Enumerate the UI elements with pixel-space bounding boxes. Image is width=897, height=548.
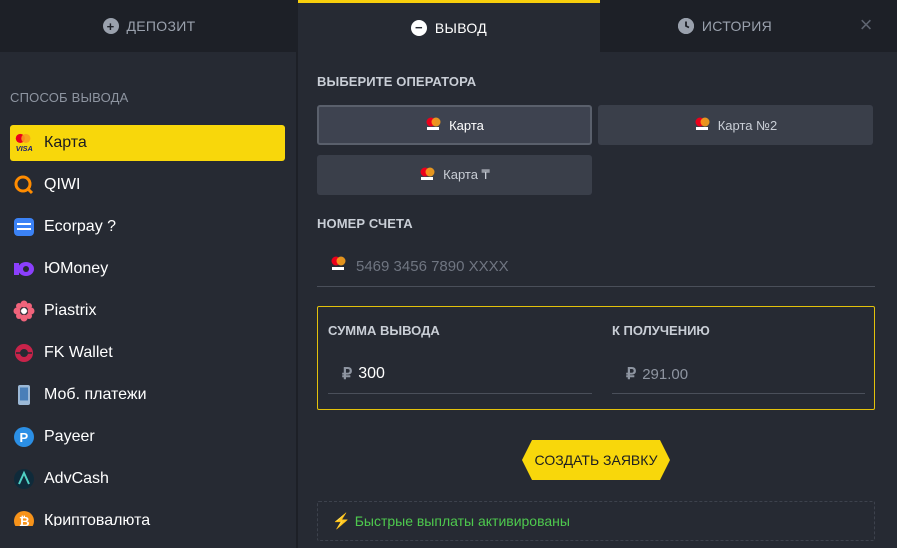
minus-circle-icon: −	[410, 19, 427, 36]
sidebar-item-advcash[interactable]: AdvCash	[10, 461, 285, 497]
tab-bar: + ДЕПОЗИТ − ВЫВОД ИСТОРИЯ ×	[0, 0, 897, 52]
withdraw-amount-column: СУММА ВЫВОДА ₽ 300	[318, 307, 598, 409]
sidebar-item-mobile[interactable]: Моб. платежи	[10, 377, 285, 413]
notice-text: Быстрые выплаты активированы	[354, 513, 570, 529]
account-field	[317, 246, 875, 287]
ruble-icon: ₽	[626, 366, 637, 383]
sidebar-item-yoomoney[interactable]: ЮMoney	[10, 251, 285, 287]
operator-option-card[interactable]: Карта	[317, 105, 592, 145]
sidebar-item-fk-wallet[interactable]: FK Wallet	[10, 335, 285, 371]
sidebar-scroll-fade	[0, 526, 294, 548]
advcash-icon	[13, 468, 35, 490]
payeer-icon: P	[13, 426, 35, 448]
tab-withdraw-label: ВЫВОД	[434, 19, 488, 36]
ecorpay-icon	[13, 216, 35, 238]
svg-text:VISA: VISA	[16, 144, 33, 153]
piastrix-icon	[13, 300, 35, 322]
sidebar-item-label: Payeer	[44, 428, 95, 445]
payment-method-list: VISA Карта QIWI Ecorpay ? ЮMoney Piastri…	[10, 125, 285, 545]
fk-wallet-icon	[13, 342, 35, 364]
tab-deposit[interactable]: + ДЕПОЗИТ	[0, 0, 298, 52]
sidebar-item-label: FK Wallet	[44, 344, 113, 361]
tab-history[interactable]: ИСТОРИЯ	[600, 0, 850, 52]
amount-panel: СУММА ВЫВОДА ₽ 300 К ПОЛУЧЕНИЮ ₽ 291.00	[317, 306, 875, 410]
fast-payout-notice: ⚡ Быстрые выплаты активированы	[317, 501, 875, 541]
sidebar-item-label: Ecorpay ?	[44, 218, 117, 235]
sidebar-item-label: AdvCash	[44, 470, 109, 487]
close-icon[interactable]: ×	[855, 14, 877, 36]
withdraw-form: ВЫБЕРИТЕ ОПЕРАТОРА Карта Карта №2 Карта …	[298, 52, 897, 548]
withdraw-amount-label: СУММА ВЫВОДА	[328, 323, 440, 338]
tab-history-label: ИСТОРИЯ	[701, 18, 773, 34]
account-number-input[interactable]	[354, 256, 858, 276]
qiwi-icon	[13, 174, 35, 196]
receive-amount-column: К ПОЛУЧЕНИЮ ₽ 291.00	[602, 307, 876, 409]
mastercard-icon	[425, 117, 443, 134]
sidebar-item-label: ЮMoney	[44, 260, 109, 277]
operator-option-label: Карта ₸	[443, 167, 490, 182]
sidebar-item-label: Piastrix	[44, 302, 97, 319]
withdraw-amount-input[interactable]: ₽ 300	[328, 355, 592, 394]
payment-method-sidebar: СПОСОБ ВЫВОДА VISA Карта QIWI Ecorpay ? …	[0, 52, 298, 548]
mastercard-icon	[419, 167, 437, 184]
sidebar-title: СПОСОБ ВЫВОДА	[10, 90, 129, 105]
receive-amount-label: К ПОЛУЧЕНИЮ	[612, 323, 710, 338]
sidebar-item-label: QIWI	[44, 176, 81, 193]
create-request-button[interactable]: СОЗДАТЬ ЗАЯВКУ	[522, 440, 670, 480]
sidebar-item-card[interactable]: VISA Карта	[10, 125, 285, 161]
clock-icon	[677, 18, 694, 34]
receive-amount-value: 291.00	[642, 365, 689, 383]
lightning-icon: ⚡	[332, 513, 351, 530]
visa-mastercard-icon: VISA	[13, 132, 35, 154]
tab-withdraw[interactable]: − ВЫВОД	[298, 0, 600, 52]
withdraw-amount-value: 300	[358, 365, 385, 382]
operator-label: ВЫБЕРИТЕ ОПЕРАТОРА	[317, 74, 477, 89]
operator-option-card-2[interactable]: Карта №2	[598, 105, 873, 145]
sidebar-item-piastrix[interactable]: Piastrix	[10, 293, 285, 329]
sidebar-item-label: Карта	[44, 134, 87, 151]
receive-amount-field: ₽ 291.00	[612, 355, 865, 394]
operator-option-card-kzt[interactable]: Карта ₸	[317, 155, 592, 195]
ruble-icon: ₽	[342, 366, 353, 383]
yoomoney-icon	[13, 258, 35, 280]
tab-deposit-label: ДЕПОЗИТ	[126, 18, 196, 34]
mastercard-icon	[694, 117, 712, 134]
mobile-phone-icon	[13, 384, 35, 406]
account-label: НОМЕР СЧЕТА	[317, 216, 413, 231]
mastercard-icon	[330, 256, 348, 277]
svg-text:P: P	[20, 430, 29, 445]
sidebar-item-payeer[interactable]: P Payeer	[10, 419, 285, 455]
operator-option-label: Карта	[449, 117, 484, 133]
operator-option-label: Карта №2	[717, 117, 778, 133]
sidebar-item-qiwi[interactable]: QIWI	[10, 167, 285, 203]
sidebar-item-ecorpay[interactable]: Ecorpay ?	[10, 209, 285, 245]
plus-circle-icon: +	[102, 18, 119, 34]
sidebar-item-label: Моб. платежи	[44, 386, 147, 403]
